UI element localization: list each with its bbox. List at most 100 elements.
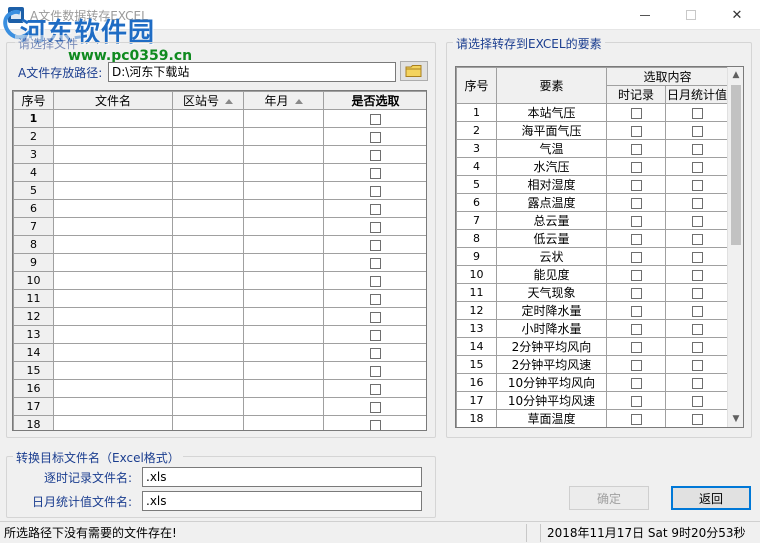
browse-folder-button[interactable] [400, 61, 428, 81]
file-row-filename[interactable] [53, 181, 173, 200]
file-table-row[interactable]: 4 [13, 163, 426, 182]
daily-checkbox[interactable] [691, 341, 703, 353]
file-row-month[interactable] [243, 397, 324, 416]
file-row-station[interactable] [172, 361, 244, 380]
file-row-filename[interactable] [53, 415, 173, 430]
file-select-checkbox[interactable] [370, 203, 381, 215]
daily-checkbox[interactable] [691, 395, 703, 407]
record-checkbox[interactable] [630, 107, 642, 119]
record-checkbox[interactable] [630, 287, 642, 299]
file-row-station[interactable] [172, 199, 244, 218]
record-filename-input[interactable]: .xls [142, 467, 422, 487]
file-select-checkbox[interactable] [370, 347, 381, 359]
record-checkbox[interactable] [630, 413, 642, 425]
record-checkbox[interactable] [630, 215, 642, 227]
file-row-station[interactable] [172, 235, 244, 254]
file-row-filename[interactable] [53, 253, 173, 272]
file-table-row[interactable]: 3 [13, 145, 426, 164]
file-row-month[interactable] [243, 109, 324, 128]
file-table-row[interactable]: 10 [13, 271, 426, 290]
record-checkbox[interactable] [630, 125, 642, 137]
daily-checkbox[interactable] [691, 215, 703, 227]
daily-checkbox[interactable] [691, 251, 703, 263]
daily-checkbox[interactable] [691, 359, 703, 371]
col-header-station[interactable]: 区站号 [172, 91, 244, 110]
back-button[interactable]: 返回 [671, 486, 751, 510]
scroll-down-icon[interactable]: ▼ [728, 411, 743, 427]
record-checkbox[interactable] [630, 395, 642, 407]
file-table-row[interactable]: 13 [13, 325, 426, 344]
file-select-checkbox[interactable] [370, 257, 381, 269]
file-row-station[interactable] [172, 109, 244, 128]
record-checkbox[interactable] [630, 197, 642, 209]
file-row-filename[interactable] [53, 127, 173, 146]
file-table-row[interactable]: 16 [13, 379, 426, 398]
file-table-row[interactable]: 18 [13, 415, 426, 430]
file-row-station[interactable] [172, 325, 244, 344]
file-select-checkbox[interactable] [370, 275, 381, 287]
file-select-checkbox[interactable] [370, 311, 381, 323]
record-checkbox[interactable] [630, 143, 642, 155]
daily-checkbox[interactable] [691, 305, 703, 317]
file-row-filename[interactable] [53, 109, 173, 128]
file-table-row[interactable]: 8 [13, 235, 426, 254]
file-row-month[interactable] [243, 325, 324, 344]
file-row-filename[interactable] [53, 163, 173, 182]
file-select-checkbox[interactable] [370, 329, 381, 341]
file-row-month[interactable] [243, 307, 324, 326]
daily-checkbox[interactable] [691, 179, 703, 191]
file-row-month[interactable] [243, 361, 324, 380]
file-row-month[interactable] [243, 379, 324, 398]
file-select-checkbox[interactable] [370, 383, 381, 395]
file-row-month[interactable] [243, 163, 324, 182]
file-row-month[interactable] [243, 235, 324, 254]
record-checkbox[interactable] [630, 341, 642, 353]
record-checkbox[interactable] [630, 269, 642, 281]
record-checkbox[interactable] [630, 251, 642, 263]
record-checkbox[interactable] [630, 359, 642, 371]
file-row-filename[interactable] [53, 361, 173, 380]
file-table-row[interactable]: 5 [13, 181, 426, 200]
file-row-filename[interactable] [53, 145, 173, 164]
file-row-station[interactable] [172, 181, 244, 200]
file-row-filename[interactable] [53, 343, 173, 362]
file-select-checkbox[interactable] [370, 293, 381, 305]
daily-checkbox[interactable] [691, 287, 703, 299]
file-select-checkbox[interactable] [370, 149, 381, 161]
file-row-station[interactable] [172, 379, 244, 398]
record-checkbox[interactable] [630, 377, 642, 389]
file-row-station[interactable] [172, 289, 244, 308]
col-header-month[interactable]: 年月 [243, 91, 324, 110]
scroll-up-icon[interactable]: ▲ [728, 67, 743, 83]
file-row-month[interactable] [243, 145, 324, 164]
minimize-button[interactable] [622, 0, 668, 30]
file-select-checkbox[interactable] [370, 419, 381, 430]
file-select-checkbox[interactable] [370, 221, 381, 233]
file-row-station[interactable] [172, 415, 244, 430]
daily-checkbox[interactable] [691, 125, 703, 137]
file-row-filename[interactable] [53, 235, 173, 254]
record-checkbox[interactable] [630, 179, 642, 191]
file-row-month[interactable] [243, 415, 324, 430]
file-row-filename[interactable] [53, 271, 173, 290]
file-row-month[interactable] [243, 289, 324, 308]
file-row-month[interactable] [243, 253, 324, 272]
record-checkbox[interactable] [630, 305, 642, 317]
path-input[interactable]: D:\河东下载站 [108, 62, 396, 82]
file-row-filename[interactable] [53, 289, 173, 308]
scroll-thumb[interactable] [731, 85, 741, 245]
file-select-checkbox[interactable] [370, 113, 381, 125]
close-button[interactable]: ✕ [714, 0, 760, 30]
daily-checkbox[interactable] [691, 107, 703, 119]
daily-checkbox[interactable] [691, 269, 703, 281]
elements-scrollbar[interactable]: ▲ ▼ [727, 67, 743, 427]
daily-checkbox[interactable] [691, 323, 703, 335]
file-table-row[interactable]: 9 [13, 253, 426, 272]
record-checkbox[interactable] [630, 233, 642, 245]
file-row-station[interactable] [172, 307, 244, 326]
file-table-row[interactable]: 15 [13, 361, 426, 380]
file-row-station[interactable] [172, 145, 244, 164]
file-select-checkbox[interactable] [370, 185, 381, 197]
file-row-station[interactable] [172, 271, 244, 290]
confirm-button[interactable]: 确定 [569, 486, 649, 510]
